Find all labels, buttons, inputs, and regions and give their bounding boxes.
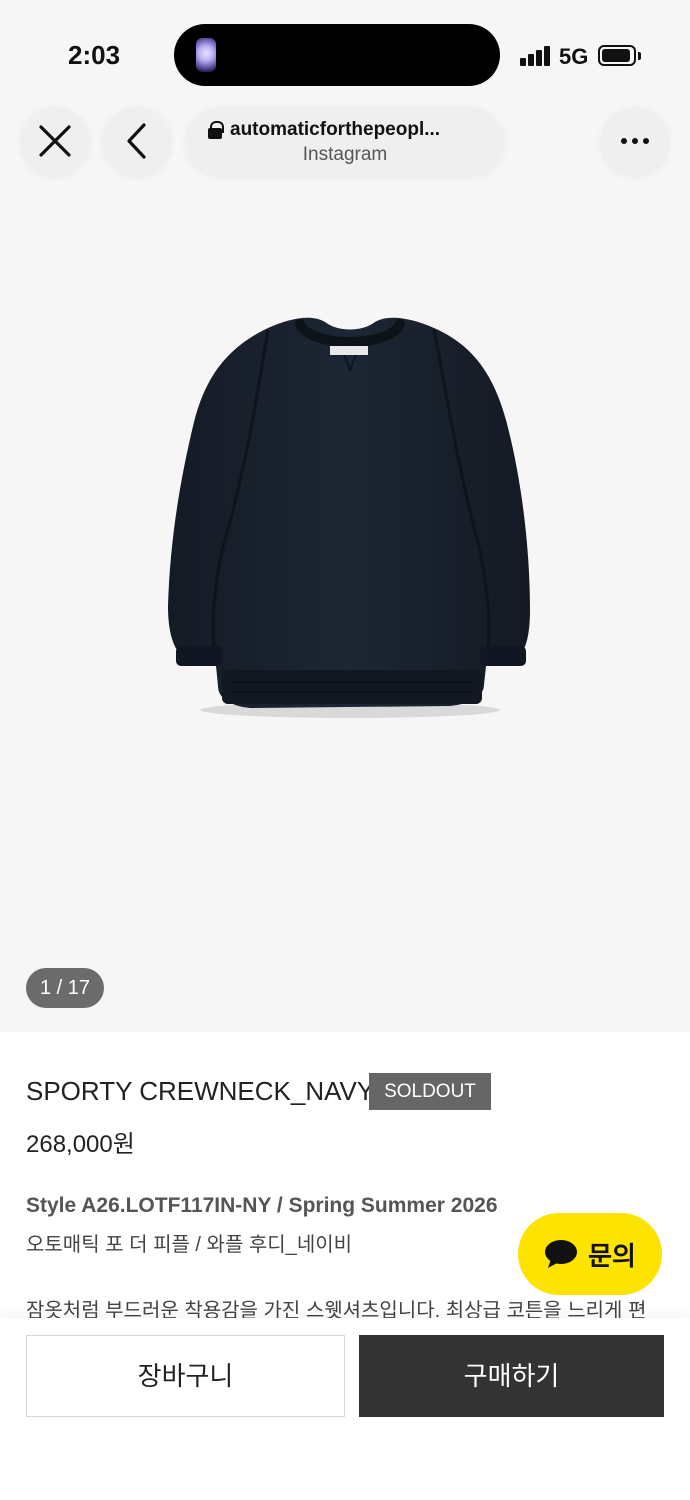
product-price: 268,000원 <box>26 1131 135 1158</box>
soldout-badge: SOLDOUT <box>369 1073 491 1110</box>
image-counter: 1 / 17 <box>26 968 104 1008</box>
screen: 2:03 5G automaticforthepeopl... Instagra… <box>0 0 690 1500</box>
more-button[interactable] <box>601 107 669 175</box>
buy-now-button[interactable]: 구매하기 <box>359 1335 664 1417</box>
style-code: Style A26.LOTF117IN-NY / Spring Summer 2… <box>26 1194 498 1217</box>
url-text: automaticforthepeopl... <box>230 119 441 140</box>
more-icon <box>621 138 649 144</box>
url-source: Instagram <box>302 144 388 165</box>
inquiry-label: 문의 <box>588 1240 636 1271</box>
dynamic-island <box>174 24 500 86</box>
add-to-cart-button[interactable]: 장바구니 <box>26 1335 345 1417</box>
flashlight-icon <box>196 38 216 72</box>
inquiry-button[interactable]: 문의 <box>518 1213 662 1295</box>
signal-icon <box>520 46 552 66</box>
network-label: 5G <box>559 44 589 69</box>
chat-bubble-icon <box>545 1240 578 1268</box>
battery-icon <box>598 45 636 66</box>
battery-tip <box>638 52 641 60</box>
brand-subtitle: 오토매틱 포 더 피플 / 와플 후디_네이비 <box>26 1234 353 1256</box>
back-chevron-icon <box>127 123 146 159</box>
address-bar[interactable]: automaticforthepeopl... Instagram <box>186 107 504 175</box>
status-time: 2:03 <box>68 40 121 70</box>
close-icon <box>39 125 71 157</box>
url-line: automaticforthepeopl... <box>208 118 488 142</box>
close-button[interactable] <box>21 107 89 175</box>
back-button[interactable] <box>103 107 171 175</box>
lock-icon <box>208 121 224 139</box>
product-name: SPORTY CREWNECK_NAVY <box>26 1076 375 1106</box>
product-image[interactable] <box>150 300 550 730</box>
